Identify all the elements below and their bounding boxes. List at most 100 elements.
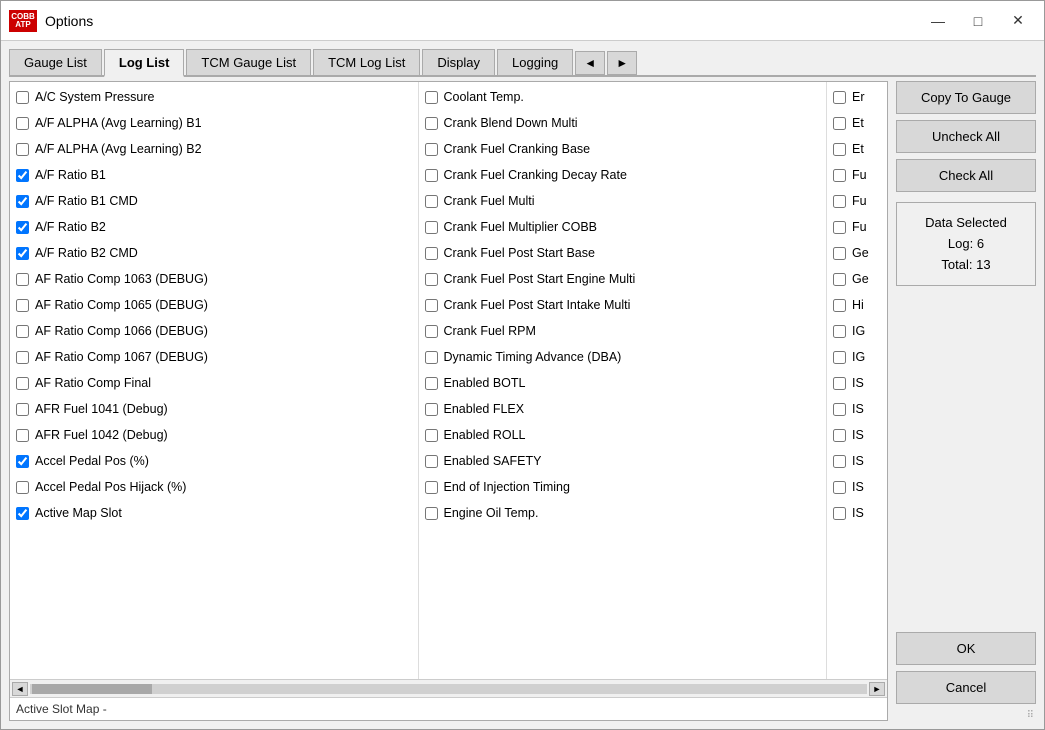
checkbox-c3-7[interactable]	[833, 247, 846, 260]
tab-logging[interactable]: Logging	[497, 49, 573, 75]
checkbox-crank-fuel-multi[interactable]	[425, 195, 438, 208]
list-item[interactable]: Fu	[827, 214, 887, 240]
list-item[interactable]: Enabled FLEX	[419, 396, 827, 422]
list-item[interactable]: Coolant Temp.	[419, 84, 827, 110]
list-item[interactable]: Crank Fuel Multi	[419, 188, 827, 214]
list-item[interactable]: AF Ratio Comp 1065 (DEBUG)	[10, 292, 418, 318]
close-button[interactable]: ✕	[1000, 7, 1036, 35]
scroll-track[interactable]	[30, 684, 867, 694]
list-item[interactable]: Crank Fuel Multiplier COBB	[419, 214, 827, 240]
checkbox-af-ratio-b1[interactable]	[16, 169, 29, 182]
list-item[interactable]: Enabled SAFETY	[419, 448, 827, 474]
checkbox-c3-8[interactable]	[833, 273, 846, 286]
list-item[interactable]: Accel Pedal Pos Hijack (%)	[10, 474, 418, 500]
list-item[interactable]: Enabled ROLL	[419, 422, 827, 448]
list-scroll[interactable]: A/C System Pressure A/F ALPHA (Avg Learn…	[10, 82, 887, 679]
list-item[interactable]: Fu	[827, 162, 887, 188]
checkbox-c3-12[interactable]	[833, 377, 846, 390]
list-item[interactable]: Crank Fuel Cranking Decay Rate	[419, 162, 827, 188]
list-item[interactable]: AFR Fuel 1042 (Debug)	[10, 422, 418, 448]
list-item[interactable]: A/F Ratio B1 CMD	[10, 188, 418, 214]
scroll-thumb[interactable]	[32, 684, 152, 694]
list-item[interactable]: A/F Ratio B1	[10, 162, 418, 188]
tab-tcm-log-list[interactable]: TCM Log List	[313, 49, 420, 75]
checkbox-c3-11[interactable]	[833, 351, 846, 364]
checkbox-c3-1[interactable]	[833, 91, 846, 104]
tab-display[interactable]: Display	[422, 49, 495, 75]
checkbox-c3-5[interactable]	[833, 195, 846, 208]
list-item[interactable]: Crank Fuel Post Start Engine Multi	[419, 266, 827, 292]
checkbox-enabled-safety[interactable]	[425, 455, 438, 468]
checkbox-c3-2[interactable]	[833, 117, 846, 130]
uncheck-all-button[interactable]: Uncheck All	[896, 120, 1036, 153]
checkbox-dynamic-timing[interactable]	[425, 351, 438, 364]
list-item[interactable]: Ge	[827, 266, 887, 292]
ok-button[interactable]: OK	[896, 632, 1036, 665]
tab-scroll-right[interactable]: ►	[607, 51, 637, 75]
tab-scroll-left[interactable]: ◄	[575, 51, 605, 75]
list-item[interactable]: Crank Fuel RPM	[419, 318, 827, 344]
list-item[interactable]: IG	[827, 344, 887, 370]
check-all-button[interactable]: Check All	[896, 159, 1036, 192]
checkbox-afr-fuel-1041[interactable]	[16, 403, 29, 416]
checkbox-af-ratio-b2-cmd[interactable]	[16, 247, 29, 260]
list-item[interactable]: IS	[827, 474, 887, 500]
list-item[interactable]: Fu	[827, 188, 887, 214]
checkbox-ac-system-pressure[interactable]	[16, 91, 29, 104]
checkbox-c3-17[interactable]	[833, 507, 846, 520]
list-item[interactable]: A/F ALPHA (Avg Learning) B2	[10, 136, 418, 162]
list-item[interactable]: IS	[827, 422, 887, 448]
list-item[interactable]: A/F Ratio B2 CMD	[10, 240, 418, 266]
checkbox-crank-fuel-post-start-base[interactable]	[425, 247, 438, 260]
checkbox-crank-blend-down[interactable]	[425, 117, 438, 130]
checkbox-af-alpha-b2[interactable]	[16, 143, 29, 156]
list-item[interactable]: A/F Ratio B2	[10, 214, 418, 240]
copy-to-gauge-button[interactable]: Copy To Gauge	[896, 81, 1036, 114]
list-item[interactable]: A/C System Pressure	[10, 84, 418, 110]
cancel-button[interactable]: Cancel	[896, 671, 1036, 704]
checkbox-c3-10[interactable]	[833, 325, 846, 338]
checkbox-c3-16[interactable]	[833, 481, 846, 494]
list-item[interactable]: Et	[827, 136, 887, 162]
checkbox-enabled-botl[interactable]	[425, 377, 438, 390]
list-item[interactable]: AF Ratio Comp 1066 (DEBUG)	[10, 318, 418, 344]
list-item[interactable]: Accel Pedal Pos (%)	[10, 448, 418, 474]
checkbox-accel-pedal-pos[interactable]	[16, 455, 29, 468]
checkbox-afr-fuel-1042[interactable]	[16, 429, 29, 442]
checkbox-coolant-temp[interactable]	[425, 91, 438, 104]
list-item[interactable]: AFR Fuel 1041 (Debug)	[10, 396, 418, 422]
tab-log-list[interactable]: Log List	[104, 49, 185, 77]
checkbox-c3-14[interactable]	[833, 429, 846, 442]
list-item[interactable]: Active Map Slot	[10, 500, 418, 526]
checkbox-crank-fuel-multiplier-cobb[interactable]	[425, 221, 438, 234]
checkbox-enabled-roll[interactable]	[425, 429, 438, 442]
list-item[interactable]: Ge	[827, 240, 887, 266]
checkbox-crank-fuel-cranking-decay[interactable]	[425, 169, 438, 182]
checkbox-enabled-flex[interactable]	[425, 403, 438, 416]
checkbox-c3-15[interactable]	[833, 455, 846, 468]
tab-gauge-list[interactable]: Gauge List	[9, 49, 102, 75]
checkbox-crank-fuel-cranking-base[interactable]	[425, 143, 438, 156]
checkbox-c3-9[interactable]	[833, 299, 846, 312]
list-item[interactable]: Crank Fuel Post Start Intake Multi	[419, 292, 827, 318]
list-item[interactable]: IS	[827, 448, 887, 474]
list-item[interactable]: Enabled BOTL	[419, 370, 827, 396]
list-item[interactable]: IS	[827, 396, 887, 422]
list-item[interactable]: End of Injection Timing	[419, 474, 827, 500]
maximize-button[interactable]: □	[960, 7, 996, 35]
checkbox-af-ratio-b1-cmd[interactable]	[16, 195, 29, 208]
list-item[interactable]: AF Ratio Comp 1063 (DEBUG)	[10, 266, 418, 292]
list-item[interactable]: A/F ALPHA (Avg Learning) B1	[10, 110, 418, 136]
checkbox-crank-fuel-rpm[interactable]	[425, 325, 438, 338]
list-item[interactable]: AF Ratio Comp Final	[10, 370, 418, 396]
list-item[interactable]: Crank Fuel Post Start Base	[419, 240, 827, 266]
list-item[interactable]: Er	[827, 84, 887, 110]
checkbox-af-alpha-b1[interactable]	[16, 117, 29, 130]
scroll-left-button[interactable]: ◄	[12, 682, 28, 696]
list-item[interactable]: Et	[827, 110, 887, 136]
list-item[interactable]: IS	[827, 370, 887, 396]
list-item[interactable]: Hi	[827, 292, 887, 318]
resize-handle[interactable]: ⠿	[896, 710, 1036, 721]
checkbox-af-comp-final[interactable]	[16, 377, 29, 390]
minimize-button[interactable]: —	[920, 7, 956, 35]
